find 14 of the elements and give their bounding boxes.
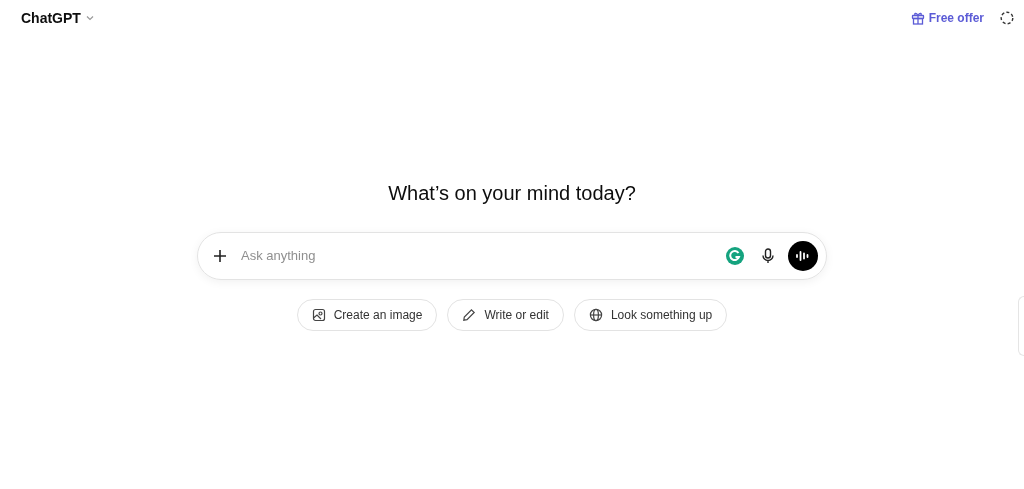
prompt-input[interactable]: Ask anything: [241, 246, 725, 266]
image-icon: [311, 308, 326, 322]
microphone-icon[interactable]: [761, 248, 775, 264]
voice-mode-button[interactable]: [788, 241, 818, 271]
chevron-icon: [84, 13, 95, 23]
model-selector[interactable]: ChatGPT: [21, 7, 95, 29]
plus-icon[interactable]: [212, 248, 228, 264]
gift-icon: [910, 11, 925, 25]
globe-icon: [588, 308, 603, 322]
pencil-icon: [462, 308, 477, 322]
waveform-icon: [796, 250, 810, 262]
heading: What’s on your mind today?: [388, 181, 636, 206]
free-offer-button[interactable]: Free offer: [910, 9, 984, 27]
grammar-icon[interactable]: [725, 246, 745, 266]
